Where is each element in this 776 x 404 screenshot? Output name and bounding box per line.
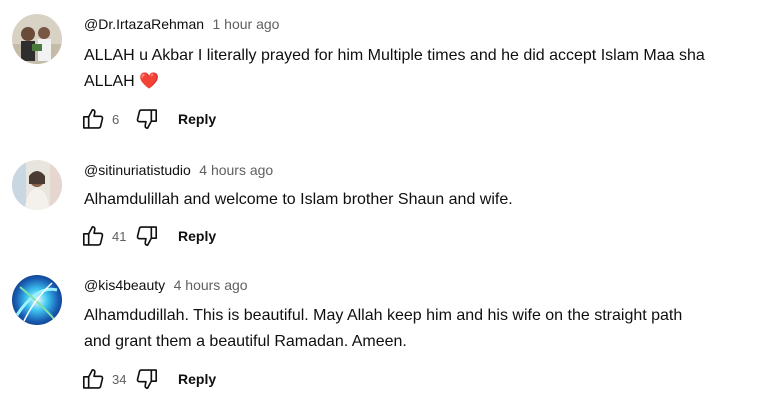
like-count: 34: [112, 371, 127, 387]
comment-timestamp[interactable]: 4 hours ago: [199, 162, 273, 178]
reply-button[interactable]: Reply: [178, 111, 216, 127]
comment-actions: 6 Reply: [80, 105, 216, 133]
comment-actions: 34 Reply: [80, 365, 216, 393]
reply-button[interactable]: Reply: [178, 371, 216, 387]
comment-text-line: ALLAH u Akbar I literally prayed for him…: [84, 47, 705, 64]
heart-emoji: ❤️: [139, 73, 160, 90]
comment-actions: 41 Reply: [80, 222, 216, 250]
comment-thread: @Dr.IrtazaRehman 1 hour ago ALLAH u Akba…: [0, 0, 776, 150]
comment-author[interactable]: @sitinuriatistudio: [84, 162, 191, 178]
avatar[interactable]: [12, 14, 62, 64]
comment-text-line: Alhamdulillah and welcome to Islam broth…: [84, 191, 513, 208]
comment-author[interactable]: @Dr.IrtazaRehman: [84, 16, 204, 32]
like-count: 6: [112, 111, 120, 127]
reply-button[interactable]: Reply: [178, 228, 216, 244]
comment-header: @Dr.IrtazaRehman 1 hour ago: [84, 16, 279, 34]
comment-text-line: ALLAH ❤️: [84, 69, 764, 95]
comment-text-fragment: ALLAH: [84, 73, 135, 90]
dislike-icon[interactable]: [134, 366, 160, 392]
comment-text: Alhamdudillah. This is beautiful. May Al…: [84, 303, 764, 355]
like-icon[interactable]: [80, 106, 106, 132]
like-icon[interactable]: [80, 223, 106, 249]
avatar[interactable]: [12, 160, 62, 210]
comment-text: ALLAH u Akbar I literally prayed for him…: [84, 43, 764, 95]
comment-timestamp[interactable]: 1 hour ago: [213, 16, 280, 32]
comment-timestamp[interactable]: 4 hours ago: [174, 277, 248, 293]
comment-thread: @kis4beauty 4 hours ago Alhamdudillah. T…: [0, 265, 776, 404]
comment-thread: @sitinuriatistudio 4 hours ago Alhamduli…: [0, 150, 776, 265]
like-count: 41: [112, 228, 127, 244]
avatar[interactable]: [12, 275, 62, 325]
comment-header: @sitinuriatistudio 4 hours ago: [84, 162, 273, 180]
comment-text-line: and grant them a beautiful Ramadan. Amee…: [84, 333, 407, 350]
like-icon[interactable]: [80, 366, 106, 392]
comment-text-line: Alhamdudillah. This is beautiful. May Al…: [84, 307, 683, 324]
comment-header: @kis4beauty 4 hours ago: [84, 277, 248, 295]
dislike-icon[interactable]: [134, 106, 160, 132]
comment-author[interactable]: @kis4beauty: [84, 277, 165, 293]
dislike-icon[interactable]: [134, 223, 160, 249]
comment-text: Alhamdulillah and welcome to Islam broth…: [84, 187, 764, 213]
